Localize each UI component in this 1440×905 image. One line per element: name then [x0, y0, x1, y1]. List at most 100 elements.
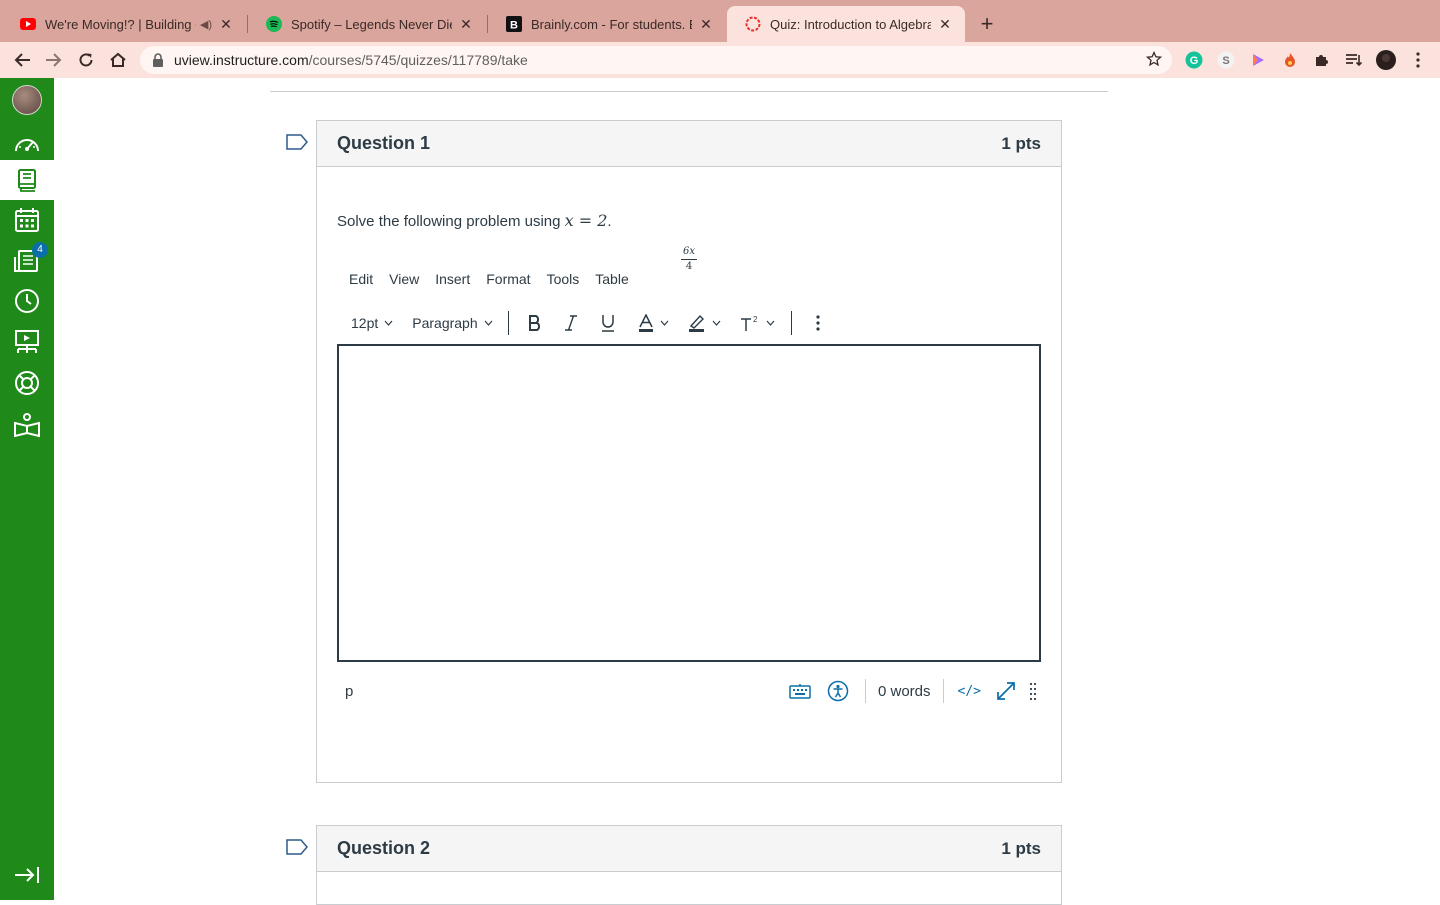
courses-book-icon [18, 169, 36, 192]
keyboard-shortcuts-icon[interactable] [789, 683, 811, 699]
new-tab-button[interactable]: + [976, 13, 998, 35]
vertical-ellipsis-icon [816, 315, 820, 331]
address-bar[interactable]: uview.instructure.com/courses/5745/quizz… [140, 46, 1172, 74]
tab-title: Spotify – Legends Never Die [291, 16, 452, 32]
answer-editor-area[interactable] [337, 344, 1041, 662]
avatar [12, 85, 42, 115]
extension-s-icon[interactable]: S [1216, 50, 1236, 70]
menu-format[interactable]: Format [486, 271, 530, 287]
back-arrow-icon [14, 53, 30, 67]
italic-button[interactable] [564, 308, 578, 338]
dashboard-icon [15, 139, 39, 152]
library-nav-item[interactable] [0, 405, 54, 445]
dashboard-nav-item[interactable] [0, 124, 54, 164]
prompt-text: Solve the following problem using [337, 213, 565, 230]
question-points: 1 pts [1001, 133, 1041, 153]
browser-tab-brainly[interactable]: B Brainly.com - For students. By ✕ [488, 6, 726, 42]
highlight-color-button[interactable] [688, 308, 721, 338]
svg-text:G: G [1190, 55, 1199, 67]
home-icon [110, 52, 126, 67]
svg-text:S: S [1222, 55, 1229, 67]
font-size-select[interactable]: 12pt [351, 308, 393, 338]
global-navigation: 4 [0, 78, 54, 900]
fraction-denominator: 4 [685, 261, 693, 272]
tab-title: Brainly.com - For students. By [531, 16, 692, 32]
extension-play-icon[interactable] [1248, 50, 1268, 70]
inbox-nav-item[interactable]: 4 [0, 241, 54, 281]
flag-question-icon[interactable] [286, 134, 308, 150]
calendar-nav-item[interactable] [0, 200, 54, 240]
resize-handle-icon[interactable] [1029, 682, 1037, 700]
browser-tab-quiz[interactable]: Quiz: Introduction to Algebra ✕ [727, 6, 965, 42]
extensions-puzzle-icon[interactable] [1312, 50, 1332, 70]
browser-toolbar: uview.instructure.com/courses/5745/quizz… [0, 42, 1440, 78]
forward-arrow-icon [46, 53, 62, 67]
commons-icon [15, 330, 39, 353]
speaker-icon[interactable]: ◀︎) [200, 18, 212, 31]
back-button[interactable] [10, 48, 34, 72]
browser-tab-spotify[interactable]: Spotify – Legends Never Die ✕ [248, 6, 486, 42]
youtube-icon [20, 16, 36, 32]
fullscreen-expand-icon[interactable] [995, 680, 1017, 702]
home-button[interactable] [106, 48, 130, 72]
url-host: uview.instructure.com [174, 52, 309, 68]
block-format-select[interactable]: Paragraph [412, 308, 493, 338]
browser-tab-youtube[interactable]: We're Moving!? | Building C ◀︎) ✕ [2, 6, 246, 42]
content-divider [270, 91, 1108, 92]
question-prompt: Solve the following problem using x = 2. [337, 211, 612, 230]
block-format-value: Paragraph [412, 315, 478, 331]
menu-edit[interactable]: Edit [349, 271, 373, 287]
chevron-down-icon [384, 320, 393, 326]
reload-button[interactable] [74, 48, 98, 72]
superscript-icon: 2 [740, 315, 758, 331]
bookmark-star-icon[interactable] [1146, 51, 1162, 67]
close-tab-icon[interactable]: ✕ [937, 16, 953, 32]
text-color-icon [638, 314, 653, 332]
menu-table[interactable]: Table [595, 271, 628, 287]
bold-button[interactable] [527, 308, 543, 338]
clock-icon [15, 289, 39, 313]
browser-menu-icon[interactable] [1408, 50, 1428, 70]
chevron-down-icon [766, 320, 775, 326]
grammarly-icon[interactable]: G [1184, 50, 1204, 70]
highlighter-icon [688, 314, 704, 332]
question-points: 1 pts [1001, 838, 1041, 858]
toolbar-divider [507, 311, 509, 335]
flag-question-icon[interactable] [286, 839, 308, 855]
question-title: Question 2 [337, 838, 431, 858]
close-tab-icon[interactable]: ✕ [218, 16, 234, 32]
history-nav-item[interactable] [0, 281, 54, 321]
menu-insert[interactable]: Insert [435, 271, 470, 287]
element-path[interactable]: p [345, 683, 353, 700]
tab-title: We're Moving!? | Building C [45, 16, 196, 32]
prompt-math: x = 2 [564, 211, 608, 230]
commons-nav-item[interactable] [0, 322, 54, 362]
question-1: Question 1 1 pts Solve the following pro… [316, 120, 1062, 783]
help-nav-item[interactable] [0, 363, 54, 403]
menu-tools[interactable]: Tools [547, 271, 580, 287]
question-header: Question 1 1 pts [317, 121, 1061, 167]
account-nav-item[interactable] [0, 80, 54, 120]
menu-view[interactable]: View [389, 271, 419, 287]
profile-avatar-icon[interactable] [1376, 50, 1396, 70]
reload-icon [79, 53, 93, 67]
close-tab-icon[interactable]: ✕ [698, 16, 714, 32]
more-options-button[interactable] [816, 308, 820, 338]
courses-nav-item[interactable] [0, 160, 54, 200]
superscript-button[interactable]: 2 [740, 308, 775, 338]
html-editor-toggle[interactable]: </> [958, 684, 981, 699]
close-tab-icon[interactable]: ✕ [458, 16, 474, 32]
reading-list-icon[interactable] [1344, 50, 1364, 70]
forward-button[interactable] [42, 48, 66, 72]
svg-text:2: 2 [753, 315, 758, 324]
chevron-down-icon [660, 320, 669, 326]
accessibility-checker-icon[interactable] [827, 680, 849, 702]
collapse-nav-button[interactable] [0, 855, 54, 895]
extension-fire-icon[interactable] [1280, 50, 1300, 70]
underline-button[interactable] [600, 308, 616, 338]
statusbar-divider [864, 679, 866, 703]
text-color-button[interactable] [638, 308, 669, 338]
word-count[interactable]: 0 words [878, 683, 931, 700]
calendar-icon [15, 208, 39, 232]
question-header: Question 2 1 pts [317, 826, 1061, 872]
